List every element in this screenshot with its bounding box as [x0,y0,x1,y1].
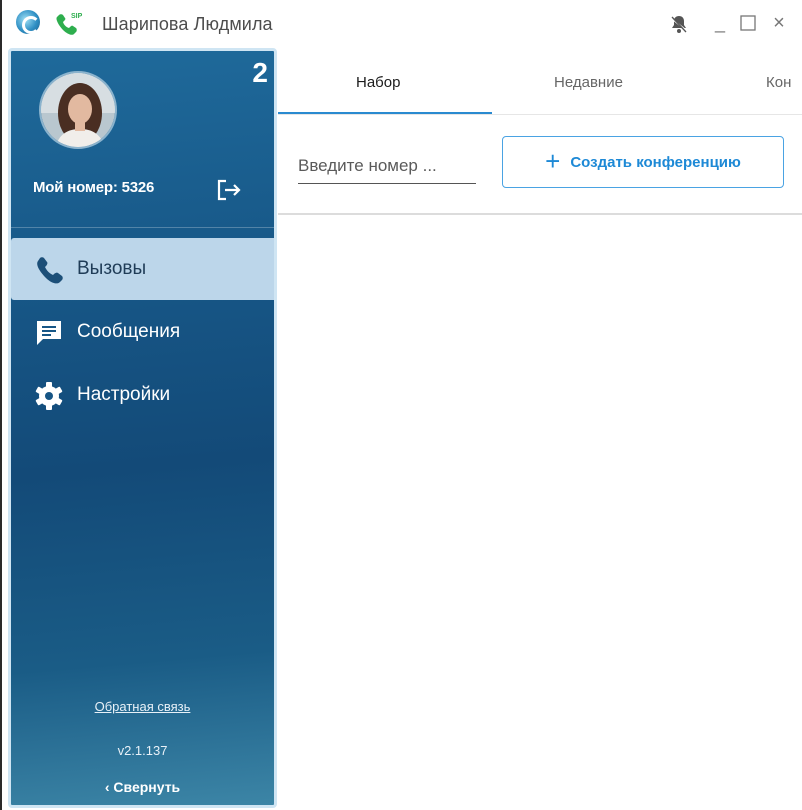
close-button[interactable]: × [768,10,790,36]
sidebar-item-calls[interactable]: Вызовы [11,238,274,300]
my-number-label: Мой номер: 5326 [33,179,155,196]
app-version: v2.1.137 [117,743,168,758]
app-logo-icon [16,10,40,34]
avatar-image [41,73,115,147]
minimize-button[interactable]: _ [709,8,731,38]
logout-icon[interactable] [215,177,243,203]
create-conference-button[interactable]: + Создать конференцию [502,136,784,188]
phone-number-input[interactable] [298,148,476,184]
feedback-link[interactable]: Обратная связь [11,699,274,714]
collapse-label: Свернуть [113,779,181,795]
chevron-left-icon: ‹ [104,779,110,795]
sidebar-item-label: Вызовы [77,258,147,279]
tab-bar-divider [278,114,802,115]
app-window: SIP Шарипова Людмила _ × 2 Мой номер: 53… [0,0,802,810]
sidebar-item-messages[interactable]: Сообщения [11,301,274,363]
collapse-button[interactable]: ‹ Свернуть [11,779,274,795]
tab-bar: Набор Недавние Кон [278,48,802,116]
content-divider [278,213,802,215]
tab-recent[interactable]: Недавние [554,74,623,91]
plus-icon: + [545,145,561,176]
sip-phone-icon: SIP [56,13,83,35]
main-panel: Набор Недавние Кон + Создать конференцию [278,48,802,810]
sidebar-item-label: Настройки [77,384,171,405]
tab-contacts[interactable]: Кон [766,74,791,91]
svg-text:SIP: SIP [71,13,83,20]
avatar[interactable] [39,71,117,149]
sidebar-item-settings[interactable]: Настройки [11,364,274,426]
title-bar: SIP Шарипова Людмила _ × [2,0,802,48]
sidebar-divider [11,227,274,228]
bell-off-icon[interactable] [668,13,690,35]
create-conference-label: Создать конференцию [570,153,741,171]
gear-icon [35,382,63,410]
window-title: Шарипова Людмила [102,14,273,34]
tab-dial[interactable]: Набор [356,74,400,91]
sidebar: 2 Мой номер: 5326 Вызовы Сообщения Настр… [8,48,277,808]
notification-badge: 2 [252,57,268,88]
sidebar-item-label: Сообщения [77,321,181,342]
maximize-button[interactable] [737,12,759,34]
message-icon [37,321,61,345]
phone-icon [37,257,63,284]
